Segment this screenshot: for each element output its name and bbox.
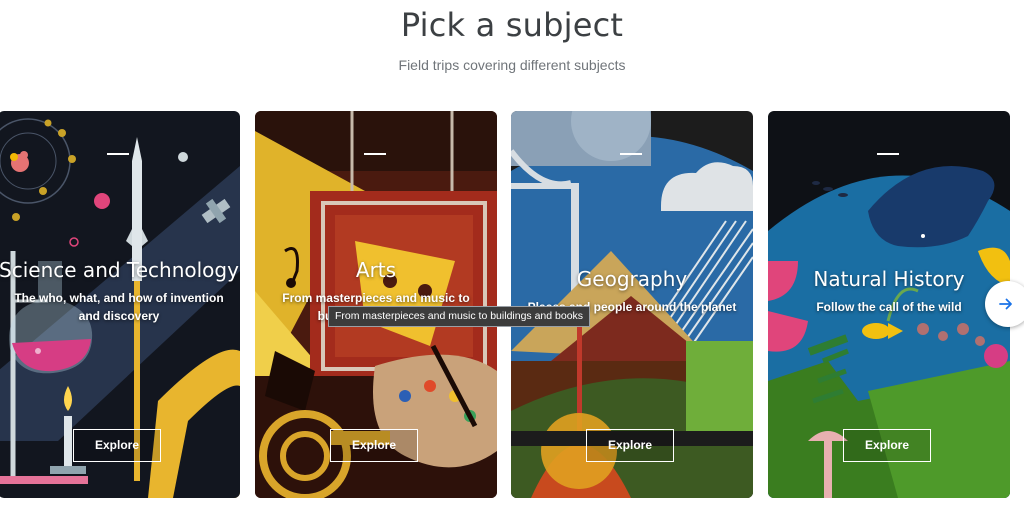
arrow-right-icon bbox=[999, 298, 1012, 310]
explore-button[interactable]: Explore bbox=[843, 429, 931, 462]
page-subtitle: Field trips covering different subjects bbox=[398, 57, 626, 73]
page-title: Pick a subject bbox=[400, 6, 624, 44]
subject-card-arts[interactable]: Arts From masterpieces and music to buil… bbox=[255, 111, 497, 498]
subject-card-science[interactable]: Science and Technology The who, what, an… bbox=[0, 111, 240, 498]
card-title: Science and Technology bbox=[0, 258, 239, 282]
explore-button[interactable]: Explore bbox=[586, 429, 674, 462]
tooltip: From masterpieces and music to buildings… bbox=[328, 306, 590, 327]
card-title: Arts bbox=[355, 258, 397, 282]
card-divider bbox=[364, 153, 386, 155]
next-button[interactable] bbox=[985, 281, 1024, 327]
explore-button[interactable]: Explore bbox=[73, 429, 161, 462]
card-divider bbox=[107, 153, 129, 155]
card-divider bbox=[620, 153, 642, 155]
card-divider bbox=[877, 153, 899, 155]
explore-button[interactable]: Explore bbox=[330, 429, 418, 462]
subject-card-geography[interactable]: Geography Places and people around the p… bbox=[511, 111, 753, 498]
card-title: Geography bbox=[576, 267, 688, 291]
subject-card-natural-history[interactable]: Natural History Follow the call of the w… bbox=[768, 111, 1010, 498]
card-title: Natural History bbox=[813, 267, 965, 291]
card-description: Follow the call of the wild bbox=[816, 300, 962, 314]
card-description: The who, what, and how of invention and … bbox=[14, 291, 224, 323]
